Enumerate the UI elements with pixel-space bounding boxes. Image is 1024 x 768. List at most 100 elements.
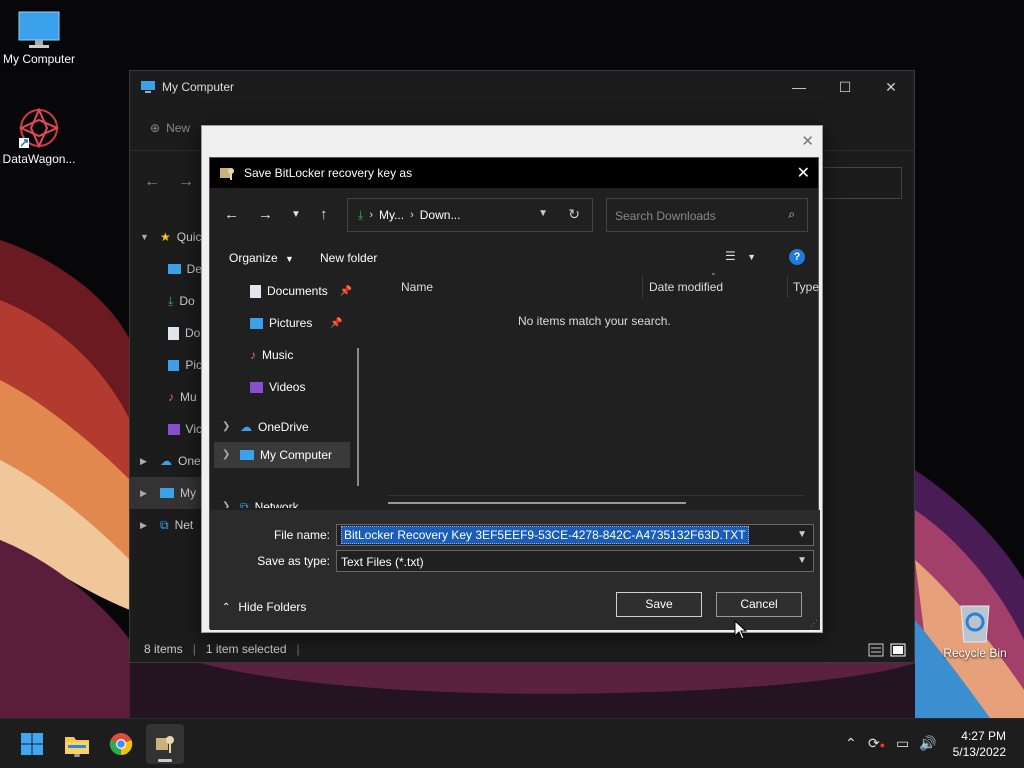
column-divider[interactable] bbox=[642, 276, 643, 298]
back-arrow-icon[interactable]: ← bbox=[144, 173, 160, 191]
column-divider[interactable] bbox=[787, 276, 788, 298]
folder-icon bbox=[65, 737, 89, 754]
nav-item-network[interactable]: ▶ ⧉ Net bbox=[130, 509, 202, 541]
address-breadcrumb[interactable]: ⤓ › My... › Down... ▼ ↻ bbox=[347, 198, 593, 232]
maximize-icon[interactable]: ☐ bbox=[822, 71, 868, 103]
forward-arrow-icon[interactable]: → bbox=[178, 173, 194, 191]
chevron-up-icon[interactable]: ⌃ bbox=[845, 735, 857, 752]
close-icon[interactable]: ✕ bbox=[797, 163, 810, 183]
system-clock[interactable]: 4:27 PM 5/13/2022 bbox=[953, 728, 1006, 760]
tree-item-pictures[interactable]: Pictures 📌 bbox=[250, 310, 343, 336]
column-header-date-modified[interactable]: Date modified bbox=[649, 280, 723, 294]
folder-tree: Documents 📌 Pictures 📌 ♪ Music Videos ❯ … bbox=[210, 278, 360, 508]
status-selection: 1 item selected bbox=[205, 642, 287, 656]
download-icon: ⤓ bbox=[358, 207, 364, 222]
desktop-icon-recycle-bin[interactable]: Recycle Bin bbox=[935, 600, 1015, 660]
save-button[interactable]: Save bbox=[616, 592, 702, 617]
chevron-right-icon: ▶ bbox=[140, 487, 147, 498]
sort-chevron-icon: ⌄ bbox=[710, 268, 717, 277]
status-item-count: 8 items bbox=[144, 642, 183, 656]
save-as-type-value: Text Files (*.txt) bbox=[341, 555, 424, 569]
column-header-name[interactable]: Name bbox=[401, 280, 433, 294]
desktop-icon-label: My Computer bbox=[2, 52, 76, 66]
close-icon[interactable]: ✕ bbox=[801, 132, 814, 150]
network-icon: ⧉ bbox=[160, 517, 169, 532]
pin-icon: 📌 bbox=[330, 317, 343, 329]
nav-item-pictures[interactable]: Pic bbox=[130, 349, 202, 381]
new-folder-button[interactable]: New folder bbox=[320, 251, 377, 265]
taskbar-file-explorer[interactable] bbox=[62, 729, 92, 759]
taskbar-bitlocker[interactable] bbox=[146, 724, 184, 764]
refresh-icon[interactable]: ↻ bbox=[568, 206, 580, 223]
details-view-icon[interactable] bbox=[868, 643, 884, 657]
minimize-icon[interactable]: — bbox=[776, 71, 822, 103]
nav-item-videos[interactable]: Vic bbox=[130, 413, 202, 445]
running-indicator bbox=[158, 759, 172, 762]
tree-item-videos[interactable]: Videos bbox=[250, 374, 305, 400]
tree-item-documents[interactable]: Documents 📌 bbox=[250, 278, 352, 304]
nav-item-my-computer[interactable]: ▶ My bbox=[130, 477, 202, 509]
explorer-status-bar: 8 items | 1 item selected | bbox=[130, 636, 914, 662]
chevron-right-icon[interactable]: ❯ bbox=[222, 449, 230, 460]
hide-folders-button[interactable]: ⌃ Hide Folders bbox=[222, 600, 306, 614]
view-toggle bbox=[868, 643, 906, 657]
chevron-down-icon[interactable]: ▼ bbox=[797, 529, 807, 540]
volume-icon[interactable]: 🔊 bbox=[919, 735, 936, 752]
desktop-icon-my-computer[interactable]: My Computer bbox=[0, 10, 79, 66]
forward-arrow-icon[interactable]: → bbox=[258, 206, 273, 223]
chevron-right-icon: ▶ bbox=[140, 519, 147, 530]
tree-item-network[interactable]: ⧉ Network bbox=[240, 494, 299, 509]
desktop-icon-datawagon[interactable]: DataWagon... bbox=[0, 106, 79, 166]
videos-icon bbox=[250, 381, 263, 393]
chevron-right-icon[interactable]: ❯ bbox=[222, 501, 230, 508]
organize-button[interactable]: Organize ▼ bbox=[229, 251, 294, 265]
breadcrumb-segment[interactable]: My... bbox=[379, 208, 404, 222]
resize-grip-icon[interactable]: ⋰ bbox=[810, 619, 818, 628]
chevron-down-icon: ▼ bbox=[747, 252, 757, 262]
nav-item-desktop[interactable]: De bbox=[130, 253, 202, 285]
network-status-icon[interactable]: ▭ bbox=[896, 735, 909, 752]
window-controls: — ☐ ✕ bbox=[776, 71, 914, 103]
save-as-type-select[interactable]: Text Files (*.txt) ▼ bbox=[336, 550, 814, 572]
new-label: New bbox=[166, 121, 191, 135]
nav-item-documents[interactable]: Do bbox=[130, 317, 202, 349]
chevron-down-icon[interactable]: ▼ bbox=[538, 208, 548, 219]
start-button[interactable] bbox=[17, 729, 47, 759]
network-icon: ⧉ bbox=[240, 499, 249, 509]
search-downloads-input[interactable]: Search Downloads ⌕ bbox=[606, 198, 808, 232]
horizontal-scrollbar[interactable] bbox=[388, 502, 686, 504]
running-indicator bbox=[74, 754, 80, 757]
save-as-dialog: Save BitLocker recovery key as ✕ ← → ▼ ↑… bbox=[209, 157, 820, 630]
breadcrumb-segment[interactable]: Down... bbox=[420, 208, 461, 222]
sync-icon[interactable]: ⟳● bbox=[868, 735, 885, 752]
chevron-down-icon: ▼ bbox=[797, 555, 807, 566]
file-name-value: BitLocker Recovery Key 3EF5EEF9-53CE-427… bbox=[341, 526, 749, 544]
recent-locations-chevron-icon[interactable]: ▼ bbox=[291, 209, 301, 220]
cancel-button[interactable]: Cancel bbox=[716, 592, 802, 617]
tree-item-onedrive[interactable]: ☁ OneDrive bbox=[240, 414, 309, 440]
save-dialog-titlebar[interactable]: Save BitLocker recovery key as bbox=[210, 158, 818, 188]
chevron-right-icon[interactable]: ❯ bbox=[222, 421, 230, 432]
close-icon[interactable]: ✕ bbox=[868, 71, 914, 103]
tree-item-my-computer[interactable]: My Computer bbox=[214, 442, 350, 468]
tree-scrollbar[interactable] bbox=[357, 348, 359, 486]
help-button[interactable]: ? bbox=[789, 249, 805, 265]
taskbar-chrome[interactable] bbox=[106, 729, 136, 759]
back-arrow-icon[interactable]: ← bbox=[224, 206, 239, 223]
new-button[interactable]: ⊕ New bbox=[150, 121, 190, 135]
chrome-icon bbox=[109, 733, 133, 756]
column-header-type[interactable]: Type bbox=[793, 280, 819, 294]
desktop-icon-label: DataWagon... bbox=[2, 152, 76, 166]
nav-item-onedrive[interactable]: ▶ ☁ One bbox=[130, 445, 202, 477]
save-as-type-label: Save as type: bbox=[257, 554, 330, 568]
up-arrow-icon[interactable]: ↑ bbox=[320, 206, 328, 223]
dialog-toolbar: Organize ▼ New folder ☰ ▼ ? bbox=[210, 244, 820, 270]
nav-item-music[interactable]: ♪ Mu bbox=[130, 381, 202, 413]
tree-item-music[interactable]: ♪ Music bbox=[250, 342, 293, 368]
tiles-view-icon[interactable] bbox=[890, 643, 906, 657]
file-list: Name Date modified ⌄ Type No items match… bbox=[368, 268, 820, 510]
nav-item-quick-access[interactable]: ▼ ★ Quic bbox=[130, 221, 202, 253]
nav-item-downloads[interactable]: ⤓ Do bbox=[130, 285, 202, 317]
file-name-input[interactable]: BitLocker Recovery Key 3EF5EEF9-53CE-427… bbox=[336, 524, 814, 546]
change-view-button[interactable]: ☰ ▼ bbox=[725, 249, 756, 263]
